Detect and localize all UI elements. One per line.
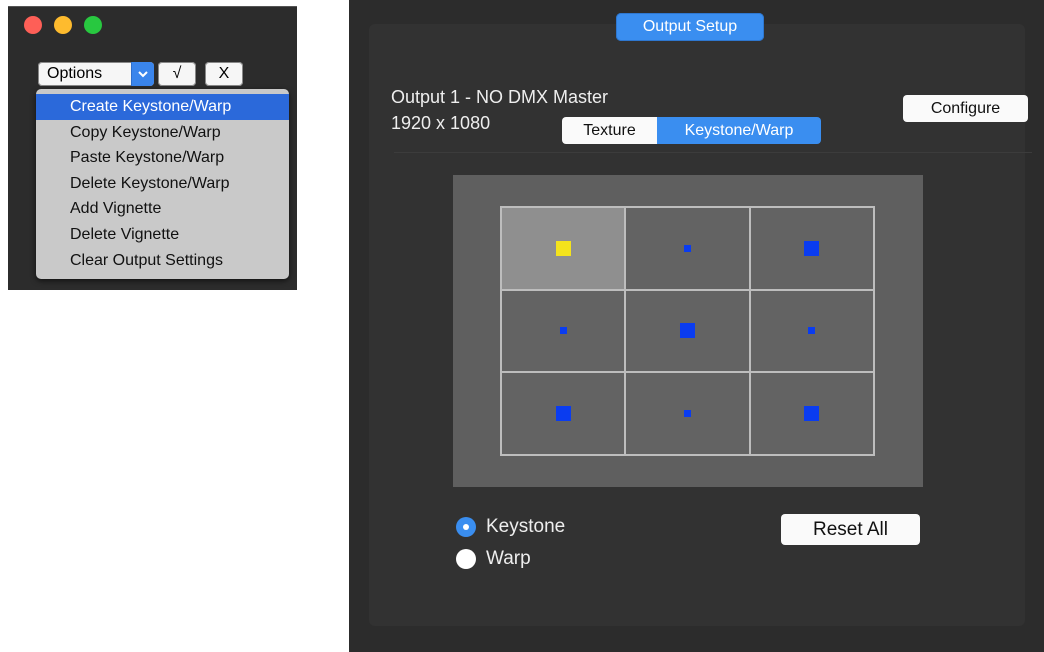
control-point-handle[interactable] <box>679 323 695 339</box>
grid-cell[interactable] <box>749 207 874 290</box>
output-setup-panel: Output 1 - NO DMX Master 1920 x 1080 Con… <box>349 0 1044 652</box>
control-point-handle[interactable] <box>559 327 567 335</box>
control-point-handle[interactable] <box>804 240 820 256</box>
options-select[interactable]: Options <box>38 62 154 86</box>
control-point-handle[interactable] <box>683 410 691 418</box>
minimize-window-icon[interactable] <box>54 16 72 34</box>
mode-segmented-control: Texture Keystone/Warp <box>562 117 821 144</box>
grid-cell[interactable] <box>501 372 626 455</box>
output-resolution: 1920 x 1080 <box>391 113 491 133</box>
grid-cell[interactable] <box>501 289 626 373</box>
grid-cell[interactable] <box>501 207 626 290</box>
menu-item-copy-keystone-warp[interactable]: Copy Keystone/Warp <box>36 120 289 146</box>
options-window: Options √ X Create Keystone/Warp Copy Ke… <box>8 6 297 290</box>
options-dropdown-menu: Create Keystone/Warp Copy Keystone/Warp … <box>36 89 289 279</box>
control-point-handle[interactable] <box>555 406 571 422</box>
close-window-icon[interactable] <box>24 16 42 34</box>
menu-item-delete-vignette[interactable]: Delete Vignette <box>36 222 289 248</box>
radio-button[interactable] <box>456 549 476 569</box>
segment-keystone-warp[interactable]: Keystone/Warp <box>657 117 821 144</box>
menu-item-delete-keystone-warp[interactable]: Delete Keystone/Warp <box>36 171 289 197</box>
keystone-canvas <box>453 175 923 487</box>
cancel-button[interactable]: X <box>205 62 243 86</box>
configure-button[interactable]: Configure <box>903 95 1028 122</box>
grid-cell[interactable] <box>625 372 750 455</box>
grid-cell[interactable] <box>749 372 874 455</box>
menu-item-create-keystone-warp[interactable]: Create Keystone/Warp <box>36 94 289 120</box>
divider <box>394 152 1032 153</box>
output-title: Output 1 - NO DMX Master <box>391 87 609 107</box>
menu-item-paste-keystone-warp[interactable]: Paste Keystone/Warp <box>36 145 289 171</box>
radio-keystone[interactable]: Keystone <box>456 516 565 538</box>
tab-output-setup[interactable]: Output Setup <box>616 13 764 41</box>
radio-button-checked[interactable] <box>456 517 476 537</box>
chevron-down-icon[interactable] <box>131 62 154 86</box>
menu-item-add-vignette[interactable]: Add Vignette <box>36 196 289 222</box>
menu-item-clear-output-settings[interactable]: Clear Output Settings <box>36 248 289 274</box>
radio-label: Keystone <box>486 516 566 537</box>
control-point-handle[interactable] <box>804 406 820 422</box>
radio-label: Warp <box>486 548 531 569</box>
control-point-handle[interactable] <box>683 244 691 252</box>
control-point-handle[interactable] <box>808 327 816 335</box>
grid-cell[interactable] <box>625 289 750 373</box>
reset-all-button[interactable]: Reset All <box>781 514 920 545</box>
confirm-button[interactable]: √ <box>158 62 196 86</box>
segment-texture[interactable]: Texture <box>562 117 657 144</box>
grid-cell[interactable] <box>625 207 750 290</box>
radio-warp[interactable]: Warp <box>456 548 531 570</box>
grid-cell[interactable] <box>749 289 874 373</box>
keystone-grid <box>500 206 875 456</box>
control-point-handle[interactable] <box>555 240 571 256</box>
zoom-window-icon[interactable] <box>84 16 102 34</box>
options-select-value: Options <box>47 65 103 82</box>
